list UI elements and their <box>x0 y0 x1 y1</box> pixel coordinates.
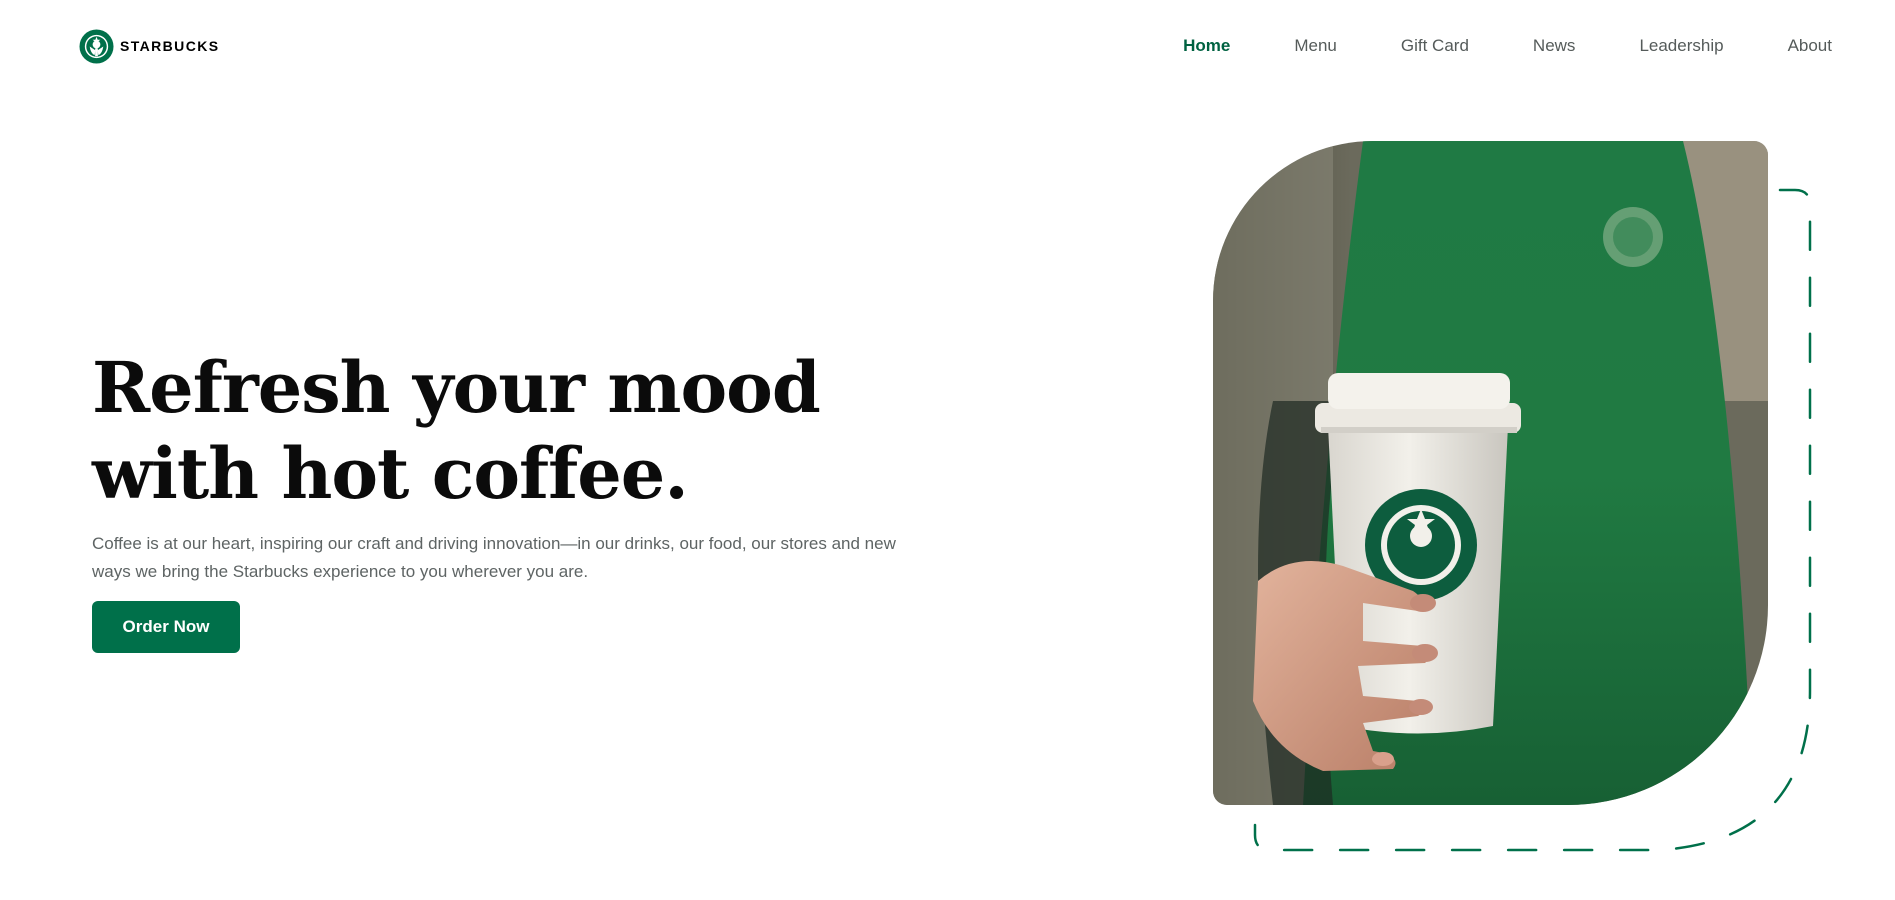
nav-item-leadership[interactable]: Leadership <box>1639 36 1723 56</box>
order-now-button[interactable]: Order Now <box>92 601 240 653</box>
starbucks-siren-logo-icon <box>79 28 114 64</box>
nav-item-news[interactable]: News <box>1533 36 1576 56</box>
nav-item-about[interactable]: About <box>1788 36 1832 56</box>
hero-photo <box>1213 141 1768 805</box>
nav-item-menu[interactable]: Menu <box>1294 36 1337 56</box>
hero-description: Coffee is at our heart, inspiring our cr… <box>92 534 896 581</box>
hand-holding-cup-image <box>1213 141 1768 805</box>
brand-logo[interactable]: STARBUCKS <box>79 28 219 64</box>
main-nav: Home Menu Gift Card News Leadership Abou… <box>1183 36 1832 56</box>
site-header: STARBUCKS Home Menu Gift Card News Leade… <box>0 0 1895 95</box>
brand-name: STARBUCKS <box>120 38 220 54</box>
nav-item-gift-card[interactable]: Gift Card <box>1401 36 1469 56</box>
hero-title: Refresh your mood with hot coffee. <box>92 346 821 515</box>
nav-item-home[interactable]: Home <box>1183 36 1230 56</box>
